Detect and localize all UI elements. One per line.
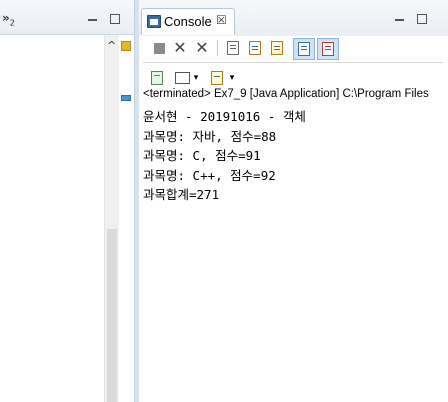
output-line: 과목합계=271 xyxy=(143,187,220,202)
minimize-icon[interactable] xyxy=(395,19,404,21)
chevron-icon: » xyxy=(2,11,10,25)
word-wrap-icon[interactable] xyxy=(269,40,285,56)
show-on-stderr-icon[interactable] xyxy=(317,38,339,60)
terminate-icon[interactable] xyxy=(151,40,167,56)
maximize-icon[interactable] xyxy=(417,14,427,24)
output-line: 과목명: 자바, 점수=88 xyxy=(143,128,277,144)
tab-console[interactable]: Console ☒ xyxy=(141,8,235,35)
warning-marker-icon[interactable] xyxy=(121,41,131,51)
toolbar-divider xyxy=(143,62,443,63)
clear-console-icon[interactable] xyxy=(225,40,241,56)
left-view: »2 ^ xyxy=(0,0,134,402)
console-icon xyxy=(147,15,161,28)
chevron-down-icon[interactable]: ▾ xyxy=(191,70,201,86)
overview-ruler xyxy=(119,35,133,402)
toolbar-separator xyxy=(217,40,218,56)
vertical-scrollbar[interactable]: ^ xyxy=(104,35,119,402)
overflow-count: 2 xyxy=(9,18,15,28)
close-icon[interactable]: ☒ xyxy=(216,13,227,27)
output-line: 과목명: C++, 점수=92 xyxy=(143,167,276,183)
open-console-icon[interactable] xyxy=(209,70,225,86)
remove-launch-icon[interactable]: ✕ xyxy=(172,40,188,56)
scrollbar-thumb[interactable] xyxy=(107,229,117,402)
scroll-up-arrow-icon[interactable]: ^ xyxy=(107,39,116,52)
occurrence-marker-icon[interactable] xyxy=(121,95,131,101)
console-tab-bar: Console ☒ xyxy=(139,0,448,36)
tab-console-label: Console xyxy=(164,14,212,29)
minimize-icon[interactable] xyxy=(88,19,97,21)
output-line: 윤서현 - 20191016 - 객체 xyxy=(143,109,306,124)
maximize-icon[interactable] xyxy=(110,14,120,24)
console-status-label: <terminated> Ex7_9 [Java Application] C:… xyxy=(143,88,429,100)
display-selected-console-icon[interactable] xyxy=(174,70,190,86)
left-view-content xyxy=(0,35,104,402)
left-view-header: »2 xyxy=(0,0,134,35)
show-on-stdout-icon[interactable] xyxy=(293,38,315,60)
scroll-lock-icon[interactable] xyxy=(247,40,263,56)
pin-console-icon[interactable] xyxy=(149,70,165,86)
view-overflow-chevron[interactable]: »2 xyxy=(2,11,15,27)
console-output[interactable]: 윤서현 - 20191016 - 객체 과목명: 자바, 점수=88 과목명: … xyxy=(143,107,443,205)
console-view: Console ☒ ✕ ✕ ▾ ▾ <terminated> Ex7_9 [Ja… xyxy=(139,0,448,402)
remove-all-terminated-icon[interactable]: ✕ xyxy=(194,40,210,56)
chevron-down-icon[interactable]: ▾ xyxy=(227,70,237,86)
output-line: 과목명: C, 점수=91 xyxy=(143,148,261,163)
